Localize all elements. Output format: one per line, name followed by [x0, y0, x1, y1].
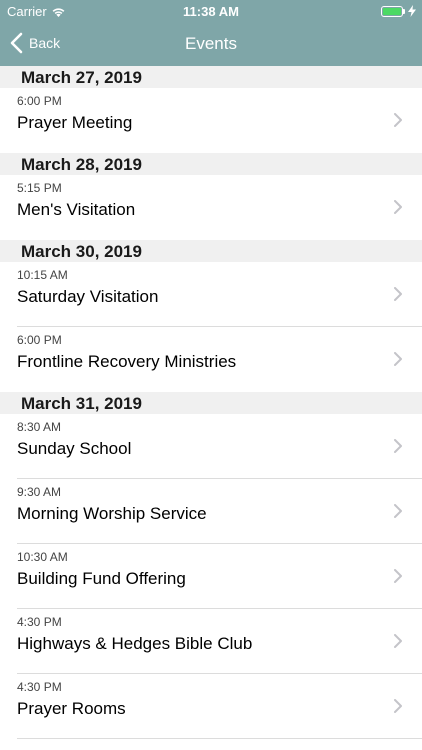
event-time: 8:30 AM: [17, 420, 62, 434]
event-time: 6:00 PM: [17, 333, 62, 347]
event-title: Saturday Visitation: [17, 287, 159, 306]
chevron-right-icon: [394, 634, 402, 648]
event-time: 10:30 AM: [17, 550, 68, 564]
status-bar: Carrier 11:38 AM: [0, 0, 422, 22]
battery-icon: [381, 5, 406, 17]
event-row[interactable]: 10:30 AM Building Fund Offering: [0, 544, 422, 609]
event-time: 6:00 PM: [17, 94, 62, 108]
event-time: 10:15 AM: [17, 268, 68, 282]
event-title: Frontline Recovery Ministries: [17, 352, 237, 371]
event-title: Prayer Rooms: [17, 699, 126, 718]
section-header-date: March 31, 2019: [0, 392, 422, 414]
event-row[interactable]: 6:00 PM Prayer Meeting: [0, 88, 422, 153]
battery: [381, 5, 416, 17]
event-title: Morning Worship Service: [17, 504, 207, 523]
event-row[interactable]: 4:30 PM Prayer Rooms: [0, 674, 422, 739]
chevron-right-icon: [394, 200, 402, 214]
event-row[interactable]: 6:00 PM Frontline Recovery Ministries: [0, 327, 422, 392]
section-header-date: March 27, 2019: [0, 66, 422, 88]
charging-bolt-icon: [408, 5, 416, 17]
chevron-right-icon: [394, 569, 402, 583]
event-row[interactable]: 4:30 PM Highways & Hedges Bible Club: [0, 609, 422, 674]
event-row[interactable]: 5:15 PM Men's Visitation: [0, 175, 422, 240]
events-list: March 27, 2019 6:00 PM Prayer Meeting Ma…: [0, 66, 422, 739]
section-header-date: March 30, 2019: [0, 240, 422, 262]
row-divider: [17, 738, 422, 739]
event-row[interactable]: 10:15 AM Saturday Visitation: [0, 262, 422, 327]
event-time: 4:30 PM: [17, 615, 62, 629]
event-row[interactable]: 8:30 AM Sunday School: [0, 414, 422, 479]
chevron-right-icon: [394, 699, 402, 713]
chevron-right-icon: [394, 113, 402, 127]
navigation-bar: Back Events: [0, 22, 422, 66]
event-time: 9:30 AM: [17, 485, 62, 499]
chevron-right-icon: [394, 352, 402, 366]
page-title: Events: [185, 34, 237, 53]
event-title: Highways & Hedges Bible Club: [17, 634, 253, 653]
event-title: Sunday School: [17, 439, 132, 458]
event-title: Prayer Meeting: [17, 113, 133, 132]
header: Carrier 11:38 AM Back Events: [0, 0, 422, 66]
event-title: Building Fund Offering: [17, 569, 186, 588]
event-title: Men's Visitation: [17, 200, 136, 219]
event-time: 5:15 PM: [17, 181, 62, 195]
event-row[interactable]: 9:30 AM Morning Worship Service: [0, 479, 422, 544]
chevron-right-icon: [394, 504, 402, 518]
clock: 11:38 AM: [183, 4, 239, 19]
chevron-right-icon: [394, 439, 402, 453]
chevron-right-icon: [394, 287, 402, 301]
event-time: 4:30 PM: [17, 680, 62, 694]
section-header-date: March 28, 2019: [0, 153, 422, 175]
